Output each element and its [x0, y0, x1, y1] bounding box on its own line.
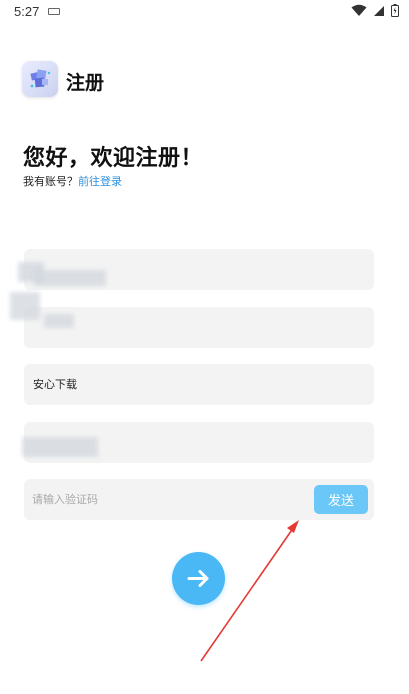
- login-link[interactable]: 前往登录: [78, 175, 122, 188]
- account-line: 我有账号？前往登录: [23, 173, 122, 189]
- status-bar: 5:27: [0, 0, 409, 24]
- status-time: 5:27: [14, 4, 40, 19]
- redacted-area: [44, 314, 74, 328]
- arrow-right-icon: [187, 570, 209, 587]
- app-logo-icon: [22, 61, 58, 97]
- redacted-area: [10, 292, 40, 320]
- submit-arrow-button[interactable]: [172, 552, 225, 605]
- battery-icon: [391, 4, 399, 17]
- has-account-text: 我有账号？: [23, 175, 78, 188]
- page-title: 注册: [66, 72, 105, 94]
- form-field-3[interactable]: 安心下载: [24, 364, 374, 405]
- send-code-button[interactable]: 发送: [314, 485, 368, 514]
- redacted-area: [22, 437, 98, 457]
- redacted-area: [34, 270, 106, 286]
- verification-code-input[interactable]: [32, 479, 302, 520]
- keyboard-icon: [48, 8, 60, 15]
- signal-icon: [374, 5, 384, 16]
- greeting-title: 您好，欢迎注册！: [23, 146, 204, 171]
- wifi-icon: [351, 4, 367, 16]
- status-icons: [351, 4, 399, 17]
- field-3-value: 安心下载: [33, 378, 77, 391]
- form-field-2[interactable]: [24, 307, 374, 348]
- verification-code-field: 发送: [24, 479, 374, 520]
